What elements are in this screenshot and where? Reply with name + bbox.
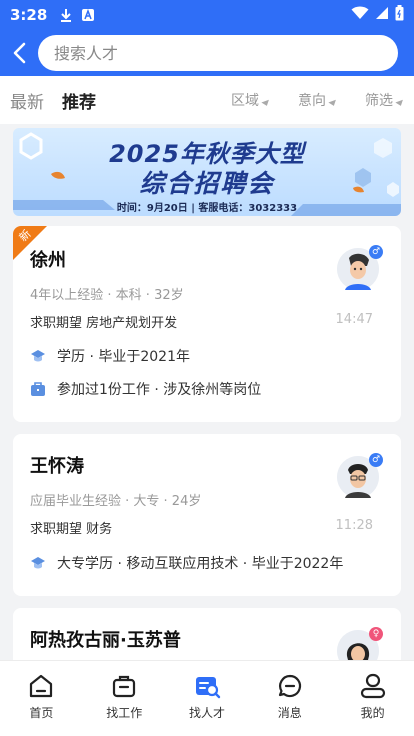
banner-subtitle: 综合招聘会 [139,169,275,198]
nav-home[interactable]: 首页 [0,661,83,736]
briefcase-icon [30,381,46,397]
candidate-card[interactable]: 阿热孜古丽·玉苏普 ♀ [13,608,401,668]
filter-intention[interactable]: 意向 [298,90,338,110]
candidate-education: 大专学历 · 移动互联应用技术 · 毕业于2022年 [30,553,343,573]
battery-icon [395,5,404,25]
candidate-expectation: 求职期望 房地产规划开发 [30,316,178,331]
caret-down-icon [395,99,405,107]
back-button[interactable] [8,38,30,68]
candidate-meta: 应届毕业生经验 · 大专 · 24岁 [30,494,202,509]
candidate-time: 11:28 [335,518,373,533]
candidate-card[interactable]: 王怀涛 应届毕业生经验 · 大专 · 24岁 求职期望 财务 11:28 大专学… [13,434,401,596]
candidate-expectation: 求职期望 财务 [30,522,113,537]
candidate-name: 徐州 [30,250,66,271]
banner-info: 时间：9月20日 | 客服电话：3032333 [116,203,298,214]
candidate-education: 学历 · 毕业于2021年 [30,346,190,366]
filter-more-label: 筛选 [365,93,393,109]
search-input[interactable] [54,43,382,63]
nav-find-talent[interactable]: 找人才 [166,661,249,736]
candidate-name: 阿热孜古丽·玉苏普 [30,630,181,651]
nav-home-label: 首页 [29,706,54,720]
status-time: 3:28 [10,6,48,24]
tab-recommended[interactable]: 推荐 [62,88,96,113]
filter-group: 区域 意向 筛选 [231,90,405,110]
briefcase-icon [113,675,136,698]
avatar: ♂ [337,245,383,290]
message-icon [278,674,301,698]
graduation-cap-icon [30,555,46,571]
education-text: 大专学历 · 移动互联应用技术 · 毕业于2022年 [57,556,344,572]
app-notification-icon [81,8,95,22]
status-bar: 3:28 [0,0,414,30]
download-icon [59,8,73,22]
graduation-cap-icon [30,348,46,364]
search-box[interactable] [38,35,398,71]
home-icon [30,674,53,698]
female-icon: ♀ [369,627,383,641]
avatar: ♂ [337,453,383,498]
nav-find-job-label: 找工作 [106,706,143,720]
nav-find-job[interactable]: 找工作 [83,661,166,736]
caret-down-icon [328,99,338,107]
nav-messages-label: 消息 [277,706,302,720]
profile-icon [360,673,385,699]
filter-region[interactable]: 区域 [231,90,271,110]
bottom-navigation: 首页 找工作 找人才 消息 我的 [0,660,414,736]
filter-intention-label: 意向 [298,93,326,109]
chevron-left-icon [13,42,26,64]
tab-latest[interactable]: 最新 [10,88,44,113]
nav-profile[interactable]: 我的 [331,661,414,736]
find-talent-icon [195,677,221,699]
candidate-time: 14:47 [335,312,373,327]
candidate-meta: 4年以上经验 · 本科 · 32岁 [30,288,184,303]
tabs-filter-bar: 最新 推荐 区域 意向 筛选 [0,76,414,124]
job-fair-banner[interactable]: 2025年秋季大型 综合招聘会 时间：9月20日 | 客服电话：3032333 [13,128,401,216]
nav-find-talent-label: 找人才 [188,706,225,720]
male-icon: ♂ [369,245,383,259]
filter-more[interactable]: 筛选 [365,90,405,110]
search-header [0,30,414,76]
nav-messages[interactable]: 消息 [248,661,331,736]
signal-icon [375,6,389,24]
education-text: 学历 · 毕业于2021年 [57,349,190,365]
candidate-work-history: 参加过1份工作 · 涉及徐州等岗位 [30,379,261,399]
wifi-icon [351,6,369,24]
filter-region-label: 区域 [231,93,259,109]
nav-profile-label: 我的 [360,706,385,720]
candidate-name: 王怀涛 [30,456,84,477]
work-text: 参加过1份工作 · 涉及徐州等岗位 [57,382,262,398]
caret-down-icon [261,99,271,107]
candidate-card[interactable]: 新 徐州 4年以上经验 · 本科 · 32岁 求职期望 房地产规划开发 14:4… [13,226,401,422]
male-icon: ♂ [369,453,383,467]
